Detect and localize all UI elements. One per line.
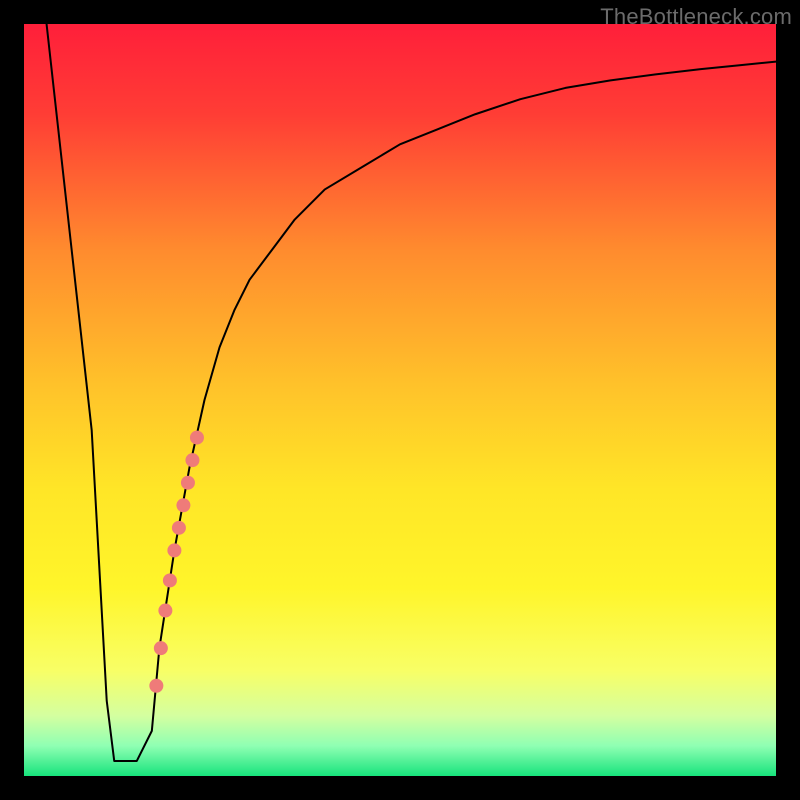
dot-highlight-dots-7 — [181, 476, 195, 490]
dot-highlight-dots-3 — [163, 573, 177, 587]
gradient-background — [24, 24, 776, 776]
chart-svg — [24, 24, 776, 776]
dot-highlight-dots-2 — [158, 604, 172, 618]
dot-highlight-dots-4 — [167, 543, 181, 557]
watermark-text: TheBottleneck.com — [600, 4, 792, 30]
dot-highlight-dots-6 — [176, 498, 190, 512]
dot-highlight-dots-1 — [154, 641, 168, 655]
dot-highlight-dots-0 — [149, 679, 163, 693]
dot-highlight-dots-5 — [172, 521, 186, 535]
chart-frame: TheBottleneck.com — [0, 0, 800, 800]
plot-area — [24, 24, 776, 776]
dot-highlight-dots-8 — [185, 453, 199, 467]
dot-highlight-dots-9 — [190, 431, 204, 445]
